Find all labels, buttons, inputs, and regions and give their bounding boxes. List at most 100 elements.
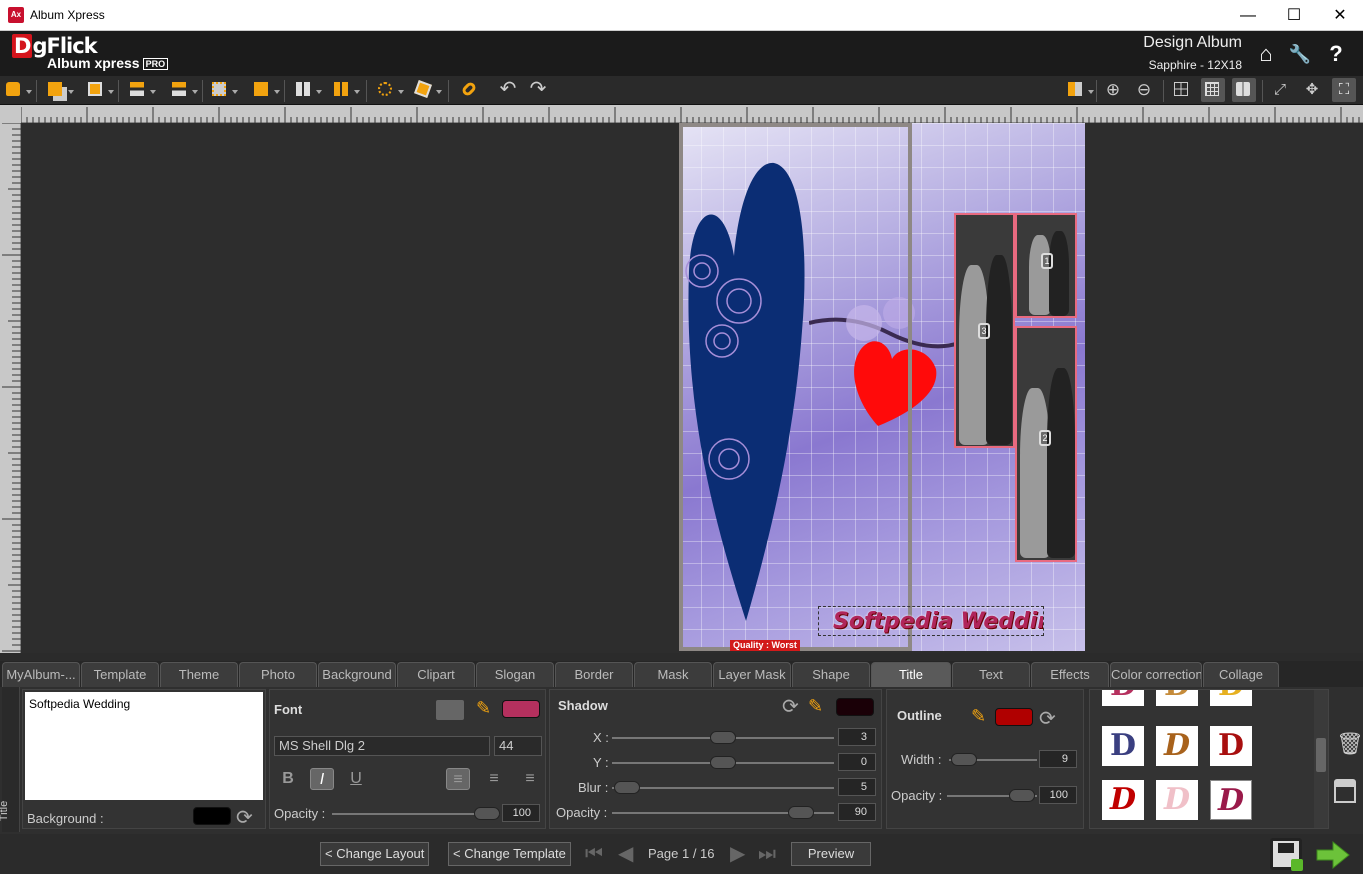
- font-size-select[interactable]: 44: [494, 736, 542, 756]
- preview-button[interactable]: Preview: [791, 842, 871, 866]
- edit-button[interactable]: [412, 78, 442, 102]
- tab-photo[interactable]: Photo: [239, 662, 317, 687]
- tab-layer-mask[interactable]: Layer Mask: [713, 662, 791, 687]
- redo-button[interactable]: ↷: [526, 78, 550, 102]
- move-button[interactable]: ✥: [1300, 78, 1324, 102]
- align-tool-button[interactable]: [84, 78, 114, 102]
- last-page-icon[interactable]: ⏭: [758, 843, 776, 865]
- tab-theme[interactable]: Theme: [160, 662, 238, 687]
- tab-color-correction[interactable]: Color correction: [1110, 662, 1202, 687]
- tab-title[interactable]: Title: [871, 662, 951, 687]
- shadow-blur-value[interactable]: 5: [838, 778, 876, 796]
- shadow-y-value[interactable]: 0: [838, 753, 876, 771]
- font-family-select[interactable]: MS Shell Dlg 2: [274, 736, 490, 756]
- align-center-text-button[interactable]: ≡: [482, 768, 506, 790]
- zoom-out-button[interactable]: ⊖: [1132, 78, 1156, 102]
- shadow-opacity-value[interactable]: 90: [838, 803, 876, 821]
- tab-background[interactable]: Background: [318, 662, 396, 687]
- align-right-text-button[interactable]: ≡: [518, 768, 542, 790]
- style-thumb[interactable]: D: [1156, 690, 1198, 706]
- save-style-icon[interactable]: [1334, 779, 1356, 803]
- bold-button[interactable]: B: [276, 768, 300, 790]
- eyedropper-icon[interactable]: ✎: [971, 706, 986, 727]
- undo-button[interactable]: ↶: [496, 78, 520, 102]
- tab-border[interactable]: Border: [555, 662, 633, 687]
- font-color-chip[interactable]: [502, 700, 540, 718]
- style-thumb[interactable]: D: [1102, 690, 1144, 706]
- style-thumb[interactable]: D: [1210, 780, 1252, 820]
- photo-frame-2[interactable]: 2: [1015, 326, 1077, 562]
- grid-layout-button[interactable]: [292, 78, 322, 102]
- next-step-arrow-icon[interactable]: [1315, 840, 1351, 870]
- help-icon[interactable]: ?: [1322, 40, 1350, 68]
- resize-button[interactable]: [250, 78, 280, 102]
- outline-opacity-slider[interactable]: [947, 789, 1037, 802]
- distribute-button[interactable]: [208, 78, 238, 102]
- snap-button[interactable]: [1064, 78, 1094, 102]
- shadow-y-slider[interactable]: [612, 756, 834, 769]
- shadow-x-slider[interactable]: [612, 731, 834, 744]
- style-thumb[interactable]: D: [1102, 780, 1144, 820]
- close-button[interactable]: ✕: [1317, 0, 1363, 31]
- lock-tool-button[interactable]: [2, 78, 32, 102]
- tab-effects[interactable]: Effects: [1031, 662, 1109, 687]
- tile-button[interactable]: [330, 78, 360, 102]
- outline-opacity-value[interactable]: 100: [1039, 786, 1077, 804]
- minimize-button[interactable]: —: [1225, 0, 1271, 31]
- reset-icon[interactable]: ⟳: [236, 805, 253, 830]
- first-page-icon[interactable]: ⏮: [585, 843, 603, 865]
- reset-icon[interactable]: ⟳: [1039, 706, 1056, 731]
- change-template-button[interactable]: < Change Template: [448, 842, 571, 866]
- settings-icon[interactable]: 🔧: [1286, 40, 1314, 68]
- shadow-color-chip[interactable]: [836, 698, 874, 716]
- next-page-icon[interactable]: ▶: [730, 843, 745, 865]
- font-opacity-value[interactable]: 100: [502, 804, 540, 822]
- outline-width-value[interactable]: 9: [1039, 750, 1077, 768]
- style-thumb[interactable]: D: [1102, 726, 1144, 766]
- eyedropper-icon[interactable]: ✎: [476, 698, 491, 719]
- align-left-button[interactable]: [126, 78, 156, 102]
- background-color-chip[interactable]: [193, 807, 231, 825]
- maximize-button[interactable]: ☐: [1271, 0, 1317, 31]
- outline-color-chip[interactable]: [995, 708, 1033, 726]
- previous-page-icon[interactable]: ◀: [618, 843, 633, 865]
- shadow-x-value[interactable]: 3: [838, 728, 876, 746]
- tab-clipart[interactable]: Clipart: [397, 662, 475, 687]
- spread-view-button[interactable]: [1232, 78, 1256, 102]
- tab-slogan[interactable]: Slogan: [476, 662, 554, 687]
- style-thumb[interactable]: D: [1156, 726, 1198, 766]
- home-icon[interactable]: ⌂: [1252, 40, 1280, 68]
- style-thumb[interactable]: D: [1210, 690, 1252, 706]
- font-opacity-slider[interactable]: [332, 807, 500, 820]
- reset-icon[interactable]: ⟳: [782, 694, 799, 719]
- align-left-text-button[interactable]: ≡: [446, 768, 470, 790]
- fullscreen-button[interactable]: ⛶: [1332, 78, 1356, 102]
- title-text-object[interactable]: Softpedia Wedding: [818, 606, 1044, 636]
- font-pattern-button[interactable]: [436, 700, 464, 720]
- trash-icon[interactable]: 🗑: [1336, 731, 1363, 757]
- tab-myalbum[interactable]: MyAlbum-...: [2, 662, 80, 687]
- album-page[interactable]: 3 1 2 Softpedia Wedding Quality : Worst: [679, 123, 1085, 651]
- tab-collage[interactable]: Collage: [1203, 662, 1279, 687]
- photo-frame-1[interactable]: 1: [1015, 213, 1077, 318]
- change-layout-button[interactable]: < Change Layout: [320, 842, 430, 866]
- arrange-tool-button[interactable]: [44, 78, 74, 102]
- underline-button[interactable]: U: [344, 768, 368, 790]
- style-thumb[interactable]: D: [1156, 780, 1198, 820]
- save-album-icon[interactable]: [1270, 838, 1303, 871]
- tab-shape[interactable]: Shape: [792, 662, 870, 687]
- title-text-input[interactable]: Softpedia Wedding: [25, 692, 263, 800]
- rotate-button[interactable]: [374, 78, 404, 102]
- eyedropper-icon[interactable]: ✎: [808, 696, 823, 717]
- tab-mask[interactable]: Mask: [634, 662, 712, 687]
- shadow-blur-slider[interactable]: [612, 781, 834, 794]
- tab-text[interactable]: Text: [952, 662, 1030, 687]
- tab-template[interactable]: Template: [81, 662, 159, 687]
- link-button[interactable]: [458, 78, 482, 102]
- shadow-opacity-slider[interactable]: [612, 806, 834, 819]
- style-thumb[interactable]: D: [1210, 726, 1252, 766]
- gallery-scrollbar[interactable]: [1314, 690, 1328, 828]
- fit-button[interactable]: ⤢: [1268, 78, 1292, 102]
- grid-toggle-button[interactable]: [1201, 78, 1225, 102]
- align-center-button[interactable]: [168, 78, 198, 102]
